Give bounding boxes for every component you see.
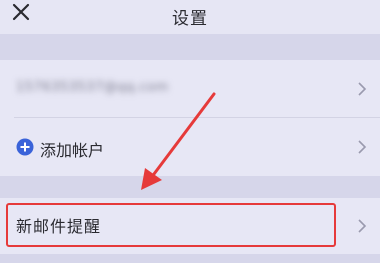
section-gap	[0, 34, 380, 60]
bottom-strip	[0, 254, 380, 263]
highlight-box	[6, 203, 336, 247]
section-gap	[0, 176, 380, 198]
chevron-right-icon	[358, 82, 367, 96]
chevron-right-icon	[358, 219, 367, 233]
account-section: 1576353537@qq.com 添加帐户	[0, 60, 380, 176]
top-bar: 设置	[0, 0, 380, 34]
page-title: 设置	[172, 9, 208, 29]
add-account-row[interactable]: 添加帐户	[0, 118, 380, 176]
add-account-label: 添加帐户	[40, 141, 105, 160]
plus-circle-icon	[16, 138, 34, 156]
account-email: 1576353537@qq.com	[16, 80, 169, 95]
chevron-right-icon	[358, 140, 367, 154]
account-row[interactable]: 1576353537@qq.com	[0, 60, 380, 118]
